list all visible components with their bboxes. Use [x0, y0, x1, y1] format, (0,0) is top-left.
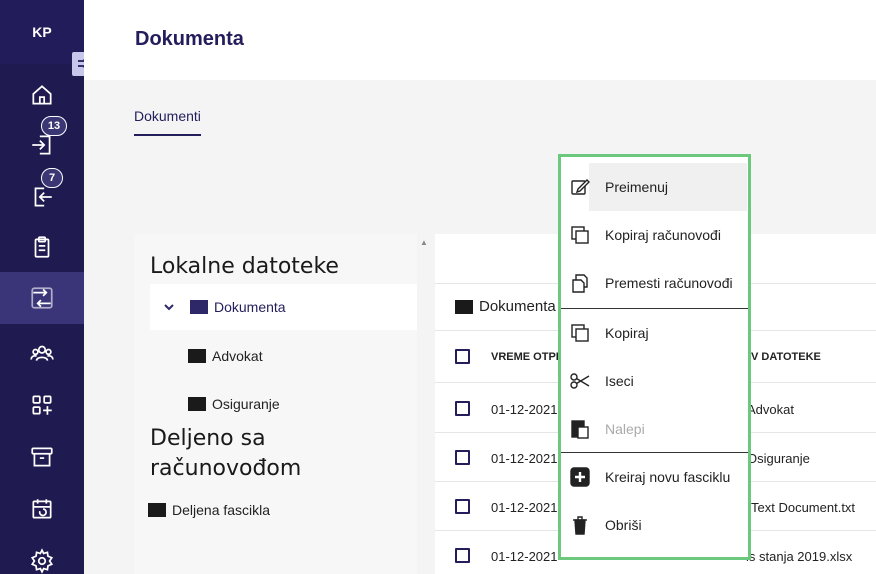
shared-heading-line1: Deljeno sa — [150, 426, 266, 451]
scissors-icon — [569, 370, 591, 392]
clipboard-icon — [34, 236, 50, 258]
tree-item-deljena-fascikla[interactable]: Deljena fascikla — [148, 498, 270, 522]
row-name[interactable]: Text Document.txt — [751, 500, 855, 515]
gear-icon — [30, 548, 54, 574]
apps-add-icon — [32, 395, 52, 415]
edit-icon — [569, 176, 591, 198]
folder-icon — [190, 300, 208, 314]
row-date: 01-12-2021 — [491, 451, 558, 466]
row-date: 01-12-2021 — [491, 402, 558, 417]
menu-item-create-folder[interactable]: Kreiraj novu fasciklu — [561, 453, 748, 501]
chevron-down-icon[interactable] — [162, 300, 176, 314]
copy-icon — [569, 322, 591, 344]
users-icon — [30, 345, 54, 361]
folder-icon — [188, 397, 206, 411]
menu-item-move-to-accountant[interactable]: Premesti računovođi — [561, 259, 748, 307]
menu-item-label: Kreiraj novu fasciklu — [605, 469, 731, 485]
menu-item-label: Nalepi — [605, 421, 645, 437]
row-checkbox[interactable] — [455, 499, 470, 514]
menu-item-label: Preimenuj — [605, 179, 669, 195]
page-header: Dokumenta — [84, 0, 876, 80]
tree-item-label: Osiguranje — [212, 396, 280, 412]
row-name[interactable]: Osiguranje — [747, 451, 810, 466]
tab-dokumenti[interactable]: Dokumenti — [134, 108, 201, 136]
move-icon — [569, 272, 591, 294]
sidebar-item-archive[interactable] — [0, 432, 84, 482]
sidebar-item-apps[interactable] — [0, 380, 84, 430]
menu-item-label: Kopiraj računovođi — [605, 227, 721, 243]
select-all-checkbox[interactable] — [455, 349, 470, 364]
sidebar-item-tasks[interactable] — [0, 222, 84, 272]
menu-item-cut[interactable]: Iseci — [561, 357, 748, 405]
row-checkbox[interactable] — [455, 450, 470, 465]
calendar-sync-icon — [32, 499, 52, 519]
tree-item-osiguranje[interactable]: Osiguranje — [188, 392, 280, 416]
tree-item-advokat[interactable]: Advokat — [188, 344, 263, 368]
row-date: 01-12-2021 — [491, 549, 558, 564]
folder-icon — [188, 349, 206, 363]
context-menu: Preimenuj Kopiraj računovođi Premesti ra… — [558, 154, 751, 560]
sidebar-item-calendar[interactable] — [0, 484, 84, 534]
archive-icon — [31, 447, 53, 467]
breadcrumb: Dokumenta — [455, 298, 556, 315]
menu-item-paste[interactable]: Nalepi — [561, 405, 748, 453]
row-checkbox[interactable] — [455, 401, 470, 416]
copy-icon — [569, 224, 591, 246]
sidebar: KP 13 7 — [0, 0, 84, 574]
sidebar-item-settings[interactable] — [0, 536, 84, 574]
home-icon — [32, 85, 52, 105]
local-files-heading: Lokalne datoteke — [150, 254, 339, 279]
plus-box-icon — [569, 466, 591, 488]
column-header-name[interactable]: V DATOTEKE — [751, 351, 821, 363]
breadcrumb-label: Dokumenta — [479, 298, 556, 315]
menu-item-label: Premesti računovođi — [605, 275, 733, 291]
scroll-up-arrow-icon[interactable]: ▲ — [420, 238, 428, 247]
page-title: Dokumenta — [135, 28, 244, 50]
trash-icon — [569, 514, 591, 536]
row-name[interactable]: ls stanja 2019.xlsx — [746, 549, 852, 564]
user-initials: KP — [32, 24, 52, 40]
menu-item-label: Kopiraj — [605, 325, 649, 341]
tree-item-label: Advokat — [212, 348, 263, 364]
shared-heading-line2: računovođom — [150, 456, 302, 481]
menu-item-label: Obriši — [605, 517, 642, 533]
sidebar-item-users[interactable] — [0, 328, 84, 378]
tree-item-label: Deljena fascikla — [172, 502, 271, 518]
menu-item-rename[interactable]: Preimenuj — [561, 163, 748, 211]
folder-icon — [148, 503, 166, 517]
folder-icon — [455, 299, 473, 314]
menu-item-label: Iseci — [605, 373, 634, 389]
outbox-count-badge: 7 — [41, 168, 63, 188]
column-header-time[interactable]: VREME OTPR — [491, 351, 564, 363]
row-name[interactable]: Advokat — [747, 402, 794, 417]
paste-icon — [569, 418, 591, 440]
folder-tree-panel: Lokalne datoteke Dokumenta Advokat Osigu… — [134, 234, 417, 574]
row-date: 01-12-2021 — [491, 500, 558, 515]
menu-item-copy-to-accountant[interactable]: Kopiraj računovođi — [561, 211, 748, 259]
document-transfer-icon — [31, 287, 53, 309]
sidebar-item-documents[interactable] — [0, 272, 84, 324]
tree-item-dokumenta[interactable]: Dokumenta — [150, 284, 417, 330]
sidebar-item-home[interactable] — [0, 70, 84, 120]
tree-item-label: Dokumenta — [214, 299, 286, 315]
menu-item-copy[interactable]: Kopiraj — [561, 309, 748, 357]
row-checkbox[interactable] — [455, 548, 470, 563]
inbox-count-badge: 13 — [41, 116, 67, 136]
menu-item-delete[interactable]: Obriši — [561, 501, 748, 549]
